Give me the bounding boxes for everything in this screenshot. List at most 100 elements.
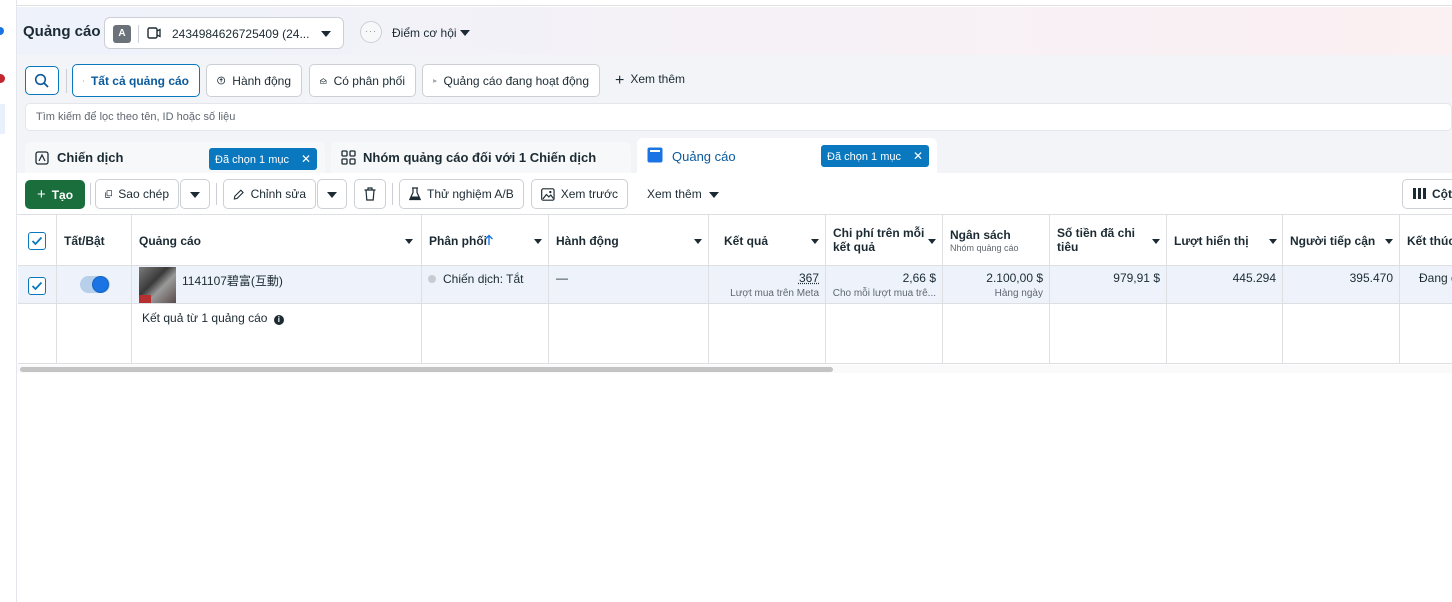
close-icon[interactable]: ✕ [301, 152, 311, 166]
chevron-down-icon [327, 192, 337, 198]
opportunity-score-label: Điểm cơ hội [392, 26, 457, 40]
chevron-down-icon[interactable] [694, 239, 702, 244]
header-actions[interactable]: Hành động [548, 215, 708, 266]
see-more-label: Xem thêm [647, 187, 702, 201]
edit-dropdown-button[interactable] [317, 179, 347, 209]
chip-label: Đã chọn 1 mục [827, 151, 901, 163]
preview-button[interactable]: Xem trước [531, 179, 628, 209]
filter-actions[interactable]: Hành động [206, 64, 302, 97]
filter-label: Tất cả quảng cáo [91, 74, 189, 88]
ends-cell: Đang d [1419, 271, 1452, 285]
chevron-down-icon[interactable] [1385, 239, 1393, 244]
filter-active-ads[interactable]: Quảng cáo đang hoạt động [422, 64, 600, 97]
tab-ads[interactable]: Quảng cáo Đã chọn 1 mục ✕ [637, 138, 937, 173]
tab-ad-sets[interactable]: Nhóm quảng cáo đối với 1 Chiến dịch [331, 142, 631, 173]
divider [392, 183, 393, 205]
selected-chip[interactable]: Đã chọn 1 mục ✕ [209, 148, 317, 170]
header-delivery[interactable]: Phân phối [421, 215, 548, 266]
ad-on-off-toggle[interactable] [80, 276, 110, 293]
account-id: 2434984626725409 (24... [172, 27, 309, 41]
chevron-down-icon[interactable] [811, 239, 819, 244]
header-budget[interactable]: Ngân sách Nhóm quảng cáo [942, 215, 1049, 266]
image-icon [541, 188, 555, 201]
header-line: Chi phí trên mỗi [833, 226, 924, 240]
chevron-down-icon[interactable] [1269, 239, 1277, 244]
delivery-status: Chiến dịch: Tắt [428, 272, 524, 286]
sort-ascending-icon[interactable] [484, 234, 494, 246]
nav-selected-bar [0, 104, 5, 134]
results-value[interactable]: 367 [799, 271, 819, 285]
plus-icon: + [37, 186, 46, 203]
header-reach[interactable]: Người tiếp cận [1282, 215, 1399, 266]
reach-cell: 395.470 [1282, 271, 1393, 285]
see-more-label: Xem thêm [630, 72, 685, 86]
page-title: Quảng cáo [23, 23, 101, 40]
account-selector[interactable]: A 2434984626725409 (24... [104, 17, 344, 49]
tab-campaigns[interactable]: Chiến dịch Đã chọn 1 mục ✕ [25, 142, 325, 173]
select-all-checkbox[interactable] [28, 232, 46, 250]
columns-label: Cột: [1432, 187, 1452, 201]
selected-chip[interactable]: Đã chọn 1 mục ✕ [821, 145, 929, 167]
filter-see-more[interactable]: + Xem thêm [615, 72, 685, 90]
divider [90, 183, 91, 205]
chevron-down-icon[interactable] [405, 239, 413, 244]
duplicate-dropdown-button[interactable] [180, 179, 210, 209]
filter-all-ads[interactable]: Tất cả quảng cáo [72, 64, 200, 97]
search-row: Tìm kiếm để lọc theo tên, ID hoặc số liệ… [17, 103, 1452, 133]
budget-subtext: Hàng ngày [995, 288, 1043, 299]
columns-button[interactable]: Cột: [1402, 179, 1452, 209]
close-icon[interactable]: ✕ [913, 149, 923, 163]
page-header: Quảng cáo A 2434984626725409 (24... ··· … [17, 7, 1452, 55]
create-button[interactable]: + Tạo [25, 180, 85, 209]
row-checkbox[interactable] [28, 277, 46, 295]
ad-thumbnail[interactable] [139, 267, 176, 303]
divider [138, 25, 139, 43]
chevron-down-icon[interactable] [534, 239, 542, 244]
envelope-open-icon [320, 75, 327, 87]
opportunity-score-icon: ··· [360, 21, 382, 43]
divider [66, 69, 67, 93]
header-results[interactable]: Kết quả [708, 215, 825, 266]
info-icon[interactable]: i [274, 315, 284, 325]
duplicate-button[interactable]: Sao chép [95, 179, 179, 209]
campaign-icon [35, 151, 49, 165]
tab-label: Chiến dịch [57, 150, 123, 165]
filter-delivering[interactable]: Có phân phối [309, 64, 416, 97]
cost-per-result-cell: 2,66 $ Cho mỗi lượt mua trê... [825, 271, 936, 299]
chevron-down-icon[interactable] [928, 239, 936, 244]
toolbar-see-more[interactable]: Xem thêm [647, 187, 702, 201]
header-ends[interactable]: Kết thúc [1399, 215, 1452, 266]
send-icon [433, 75, 437, 87]
filter-label: Có phân phối [334, 74, 405, 88]
ad-name-link[interactable]: 1141107碧富(互動) [182, 272, 283, 289]
ab-test-label: Thử nghiệm A/B [427, 187, 514, 201]
nav-indicator-dot [0, 27, 4, 35]
header-amount-spent[interactable]: Số tiền đã chi tiêu [1049, 215, 1166, 266]
summary-label: Kết quả từ 1 quảng cáo [142, 311, 267, 325]
checkmark-icon [31, 235, 43, 247]
search-button[interactable] [25, 66, 59, 95]
edit-label: Chỉnh sửa [251, 187, 306, 201]
ab-test-button[interactable]: Thử nghiệm A/B [399, 179, 524, 209]
impressions-cell: 445.294 [1166, 271, 1276, 285]
divider [216, 183, 217, 205]
edit-button[interactable]: Chỉnh sửa [223, 179, 316, 209]
create-label: Tạo [52, 188, 73, 202]
tab-label: Nhóm quảng cáo đối với 1 Chiến dịch [363, 150, 596, 165]
results-cell[interactable]: 367 Lượt mua trên Meta [708, 271, 819, 299]
ads-toolbar: + Tạo Sao chép Chỉnh sửa Thử nghiệm A/B X… [17, 173, 1452, 215]
budget-cell[interactable]: 2.100,00 $ Hàng ngày [942, 271, 1043, 299]
arrow-up-circle-icon [217, 74, 225, 87]
horizontal-scrollbar-thumb[interactable] [20, 367, 833, 372]
header-cost-per-result[interactable]: Chi phí trên mỗi kết quả [825, 215, 942, 266]
header-ad-name[interactable]: Quảng cáo [131, 215, 421, 266]
header-line: Số tiền đã chi [1057, 226, 1135, 240]
search-input[interactable]: Tìm kiếm để lọc theo tên, ID hoặc số liệ… [25, 103, 1452, 131]
delete-button[interactable] [354, 179, 386, 209]
chevron-down-icon[interactable] [1152, 239, 1160, 244]
ad-icon [647, 147, 663, 163]
header-line: tiêu [1057, 240, 1078, 254]
header-impressions[interactable]: Lượt hiển thị [1166, 215, 1282, 266]
account-avatar: A [113, 25, 131, 43]
preview-label: Xem trước [561, 187, 618, 201]
